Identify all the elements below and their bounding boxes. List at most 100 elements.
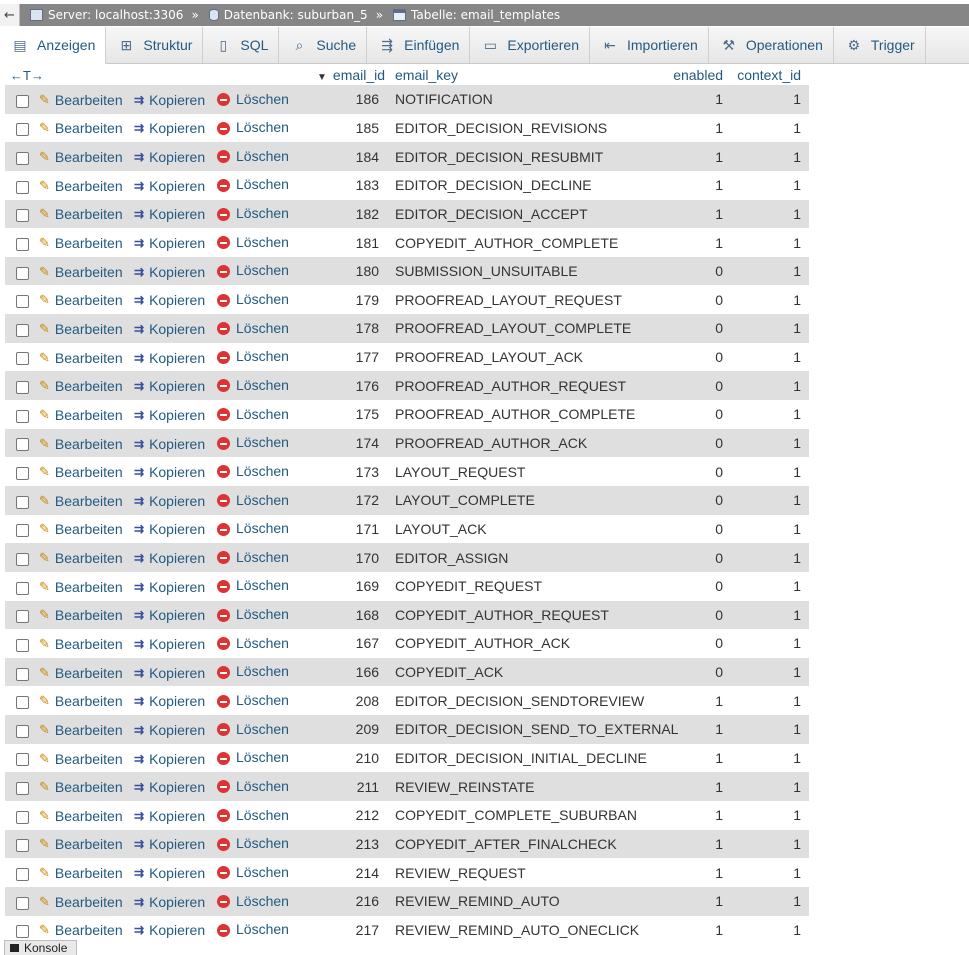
copy-row-button[interactable]: ⇉ Kopieren [134, 206, 205, 222]
edit-row-button[interactable]: ✎ Bearbeiten [39, 178, 123, 194]
delete-row-button[interactable]: Löschen [217, 205, 289, 221]
column-header-enabled[interactable]: enabled [663, 65, 732, 85]
copy-row-button[interactable]: ⇉ Kopieren [134, 292, 205, 308]
cell-enabled[interactable]: 0 [663, 514, 732, 544]
cell-context-id[interactable]: 1 [731, 715, 810, 744]
cell-enabled[interactable]: 0 [663, 285, 732, 315]
cell-context-id[interactable]: 1 [731, 686, 810, 716]
edit-row-button[interactable]: ✎ Bearbeiten [39, 808, 123, 824]
cell-context-id[interactable]: 1 [731, 829, 810, 859]
cell-email-id[interactable]: 186 [317, 85, 388, 114]
delete-row-button[interactable]: Löschen [217, 749, 289, 765]
edit-row-button[interactable]: ✎ Bearbeiten [39, 149, 123, 165]
cell-email-key[interactable]: COPYEDIT_COMPLETE_SUBURBAN [387, 801, 664, 830]
row-checkbox[interactable] [16, 724, 29, 738]
cell-email-key[interactable]: REVIEW_REQUEST [387, 858, 664, 887]
copy-row-button[interactable]: ⇉ Kopieren [134, 436, 205, 452]
cell-enabled[interactable]: 0 [663, 629, 732, 658]
cell-email-id[interactable]: 175 [317, 400, 388, 429]
cell-context-id[interactable]: 1 [731, 85, 810, 114]
cell-enabled[interactable]: 0 [663, 485, 732, 515]
cell-email-id[interactable]: 170 [317, 543, 388, 572]
cell-context-id[interactable]: 1 [731, 858, 810, 887]
delete-row-button[interactable]: Löschen [217, 893, 289, 909]
delete-row-button[interactable]: Löschen [217, 663, 289, 679]
edit-row-button[interactable]: ✎ Bearbeiten [39, 378, 123, 394]
cell-email-key[interactable]: EDITOR_DECISION_SEND_TO_EXTERNAL [387, 715, 678, 744]
cell-email-key[interactable]: PROOFREAD_LAYOUT_COMPLETE [387, 314, 664, 343]
row-checkbox[interactable] [16, 295, 29, 309]
delete-row-button[interactable]: Löschen [217, 320, 289, 336]
cell-email-id[interactable]: 167 [317, 629, 388, 658]
edit-row-button[interactable]: ✎ Bearbeiten [39, 722, 123, 738]
cell-enabled[interactable]: 1 [663, 228, 732, 257]
row-checkbox[interactable] [16, 810, 29, 824]
cell-context-id[interactable]: 1 [731, 600, 810, 630]
delete-row-button[interactable]: Löschen [217, 577, 289, 593]
cell-enabled[interactable]: 0 [663, 256, 732, 286]
cell-enabled[interactable]: 0 [663, 371, 732, 401]
copy-row-button[interactable]: ⇉ Kopieren [134, 836, 205, 852]
cell-email-key[interactable]: EDITOR_ASSIGN [387, 543, 664, 572]
row-checkbox[interactable] [16, 152, 29, 165]
delete-row-button[interactable]: Löschen [217, 119, 289, 135]
cell-enabled[interactable]: 0 [663, 400, 732, 429]
cell-context-id[interactable]: 1 [731, 657, 810, 687]
tab-importieren[interactable]: ⇤ Importieren [590, 27, 709, 63]
row-checkbox[interactable] [16, 667, 29, 681]
cell-email-id[interactable]: 169 [317, 571, 388, 601]
cell-context-id[interactable]: 1 [731, 170, 810, 200]
cell-context-id[interactable]: 1 [731, 772, 810, 802]
copy-row-button[interactable]: ⇉ Kopieren [134, 607, 205, 623]
delete-row-button[interactable]: Löschen [217, 606, 289, 622]
row-checkbox[interactable] [16, 237, 29, 251]
delete-row-button[interactable]: Löschen [217, 176, 289, 192]
tab-sql[interactable]: ▯ SQL [203, 27, 280, 63]
edit-row-button[interactable]: ✎ Bearbeiten [39, 665, 123, 681]
edit-row-button[interactable]: ✎ Bearbeiten [39, 493, 123, 509]
cell-context-id[interactable]: 1 [731, 543, 810, 572]
row-checkbox[interactable] [16, 753, 29, 767]
cell-email-id[interactable]: 184 [317, 142, 388, 171]
cell-email-id[interactable]: 185 [317, 113, 388, 143]
row-checkbox[interactable] [16, 409, 29, 423]
cell-context-id[interactable]: 1 [731, 886, 810, 916]
copy-row-button[interactable]: ⇉ Kopieren [134, 521, 205, 537]
cell-email-key[interactable]: LAYOUT_COMPLETE [387, 485, 664, 515]
delete-row-button[interactable]: Löschen [217, 635, 289, 651]
edit-row-button[interactable]: ✎ Bearbeiten [39, 779, 123, 795]
cell-email-key[interactable]: COPYEDIT_AUTHOR_ACK [387, 629, 664, 658]
cell-context-id[interactable]: 1 [731, 314, 810, 343]
cell-email-id[interactable]: 212 [317, 801, 388, 830]
console-toggle[interactable]: Konsole [4, 940, 77, 955]
cell-context-id[interactable]: 1 [731, 285, 810, 315]
cell-enabled[interactable]: 1 [663, 199, 732, 229]
cell-email-id[interactable]: 176 [317, 371, 388, 401]
row-checkbox[interactable] [16, 696, 29, 710]
row-checkbox[interactable] [16, 782, 29, 796]
row-checkbox[interactable] [16, 896, 29, 910]
cell-email-id[interactable]: 168 [317, 600, 388, 630]
row-checkbox[interactable] [16, 524, 29, 538]
edit-row-button[interactable]: ✎ Bearbeiten [39, 92, 123, 108]
cell-email-key[interactable]: EDITOR_DECISION_SENDTOREVIEW [387, 686, 664, 716]
delete-row-button[interactable]: Löschen [217, 921, 289, 937]
edit-row-button[interactable]: ✎ Bearbeiten [39, 235, 123, 251]
edit-row-button[interactable]: ✎ Bearbeiten [39, 436, 123, 452]
copy-row-button[interactable]: ⇉ Kopieren [134, 636, 205, 652]
column-header-context-id[interactable]: context_id [731, 65, 810, 85]
cell-email-id[interactable]: 181 [317, 228, 388, 257]
cell-email-key[interactable]: REVIEW_REMIND_AUTO [387, 886, 664, 916]
delete-row-button[interactable]: Löschen [217, 807, 289, 823]
cell-email-id[interactable]: 213 [317, 829, 388, 859]
cell-enabled[interactable]: 0 [663, 428, 732, 458]
delete-row-button[interactable]: Löschen [217, 91, 289, 107]
cell-context-id[interactable]: 1 [731, 371, 810, 401]
cell-email-id[interactable]: 216 [317, 886, 388, 916]
breadcrumb-database-label[interactable]: Datenbank: suburban_5 [224, 8, 368, 22]
breadcrumb-table-label[interactable]: Tabelle: email_templates [411, 8, 560, 22]
row-checkbox[interactable] [16, 94, 29, 108]
edit-row-button[interactable]: ✎ Bearbeiten [39, 264, 123, 280]
cell-email-id[interactable]: 173 [317, 457, 388, 486]
edit-row-button[interactable]: ✎ Bearbeiten [39, 120, 123, 136]
